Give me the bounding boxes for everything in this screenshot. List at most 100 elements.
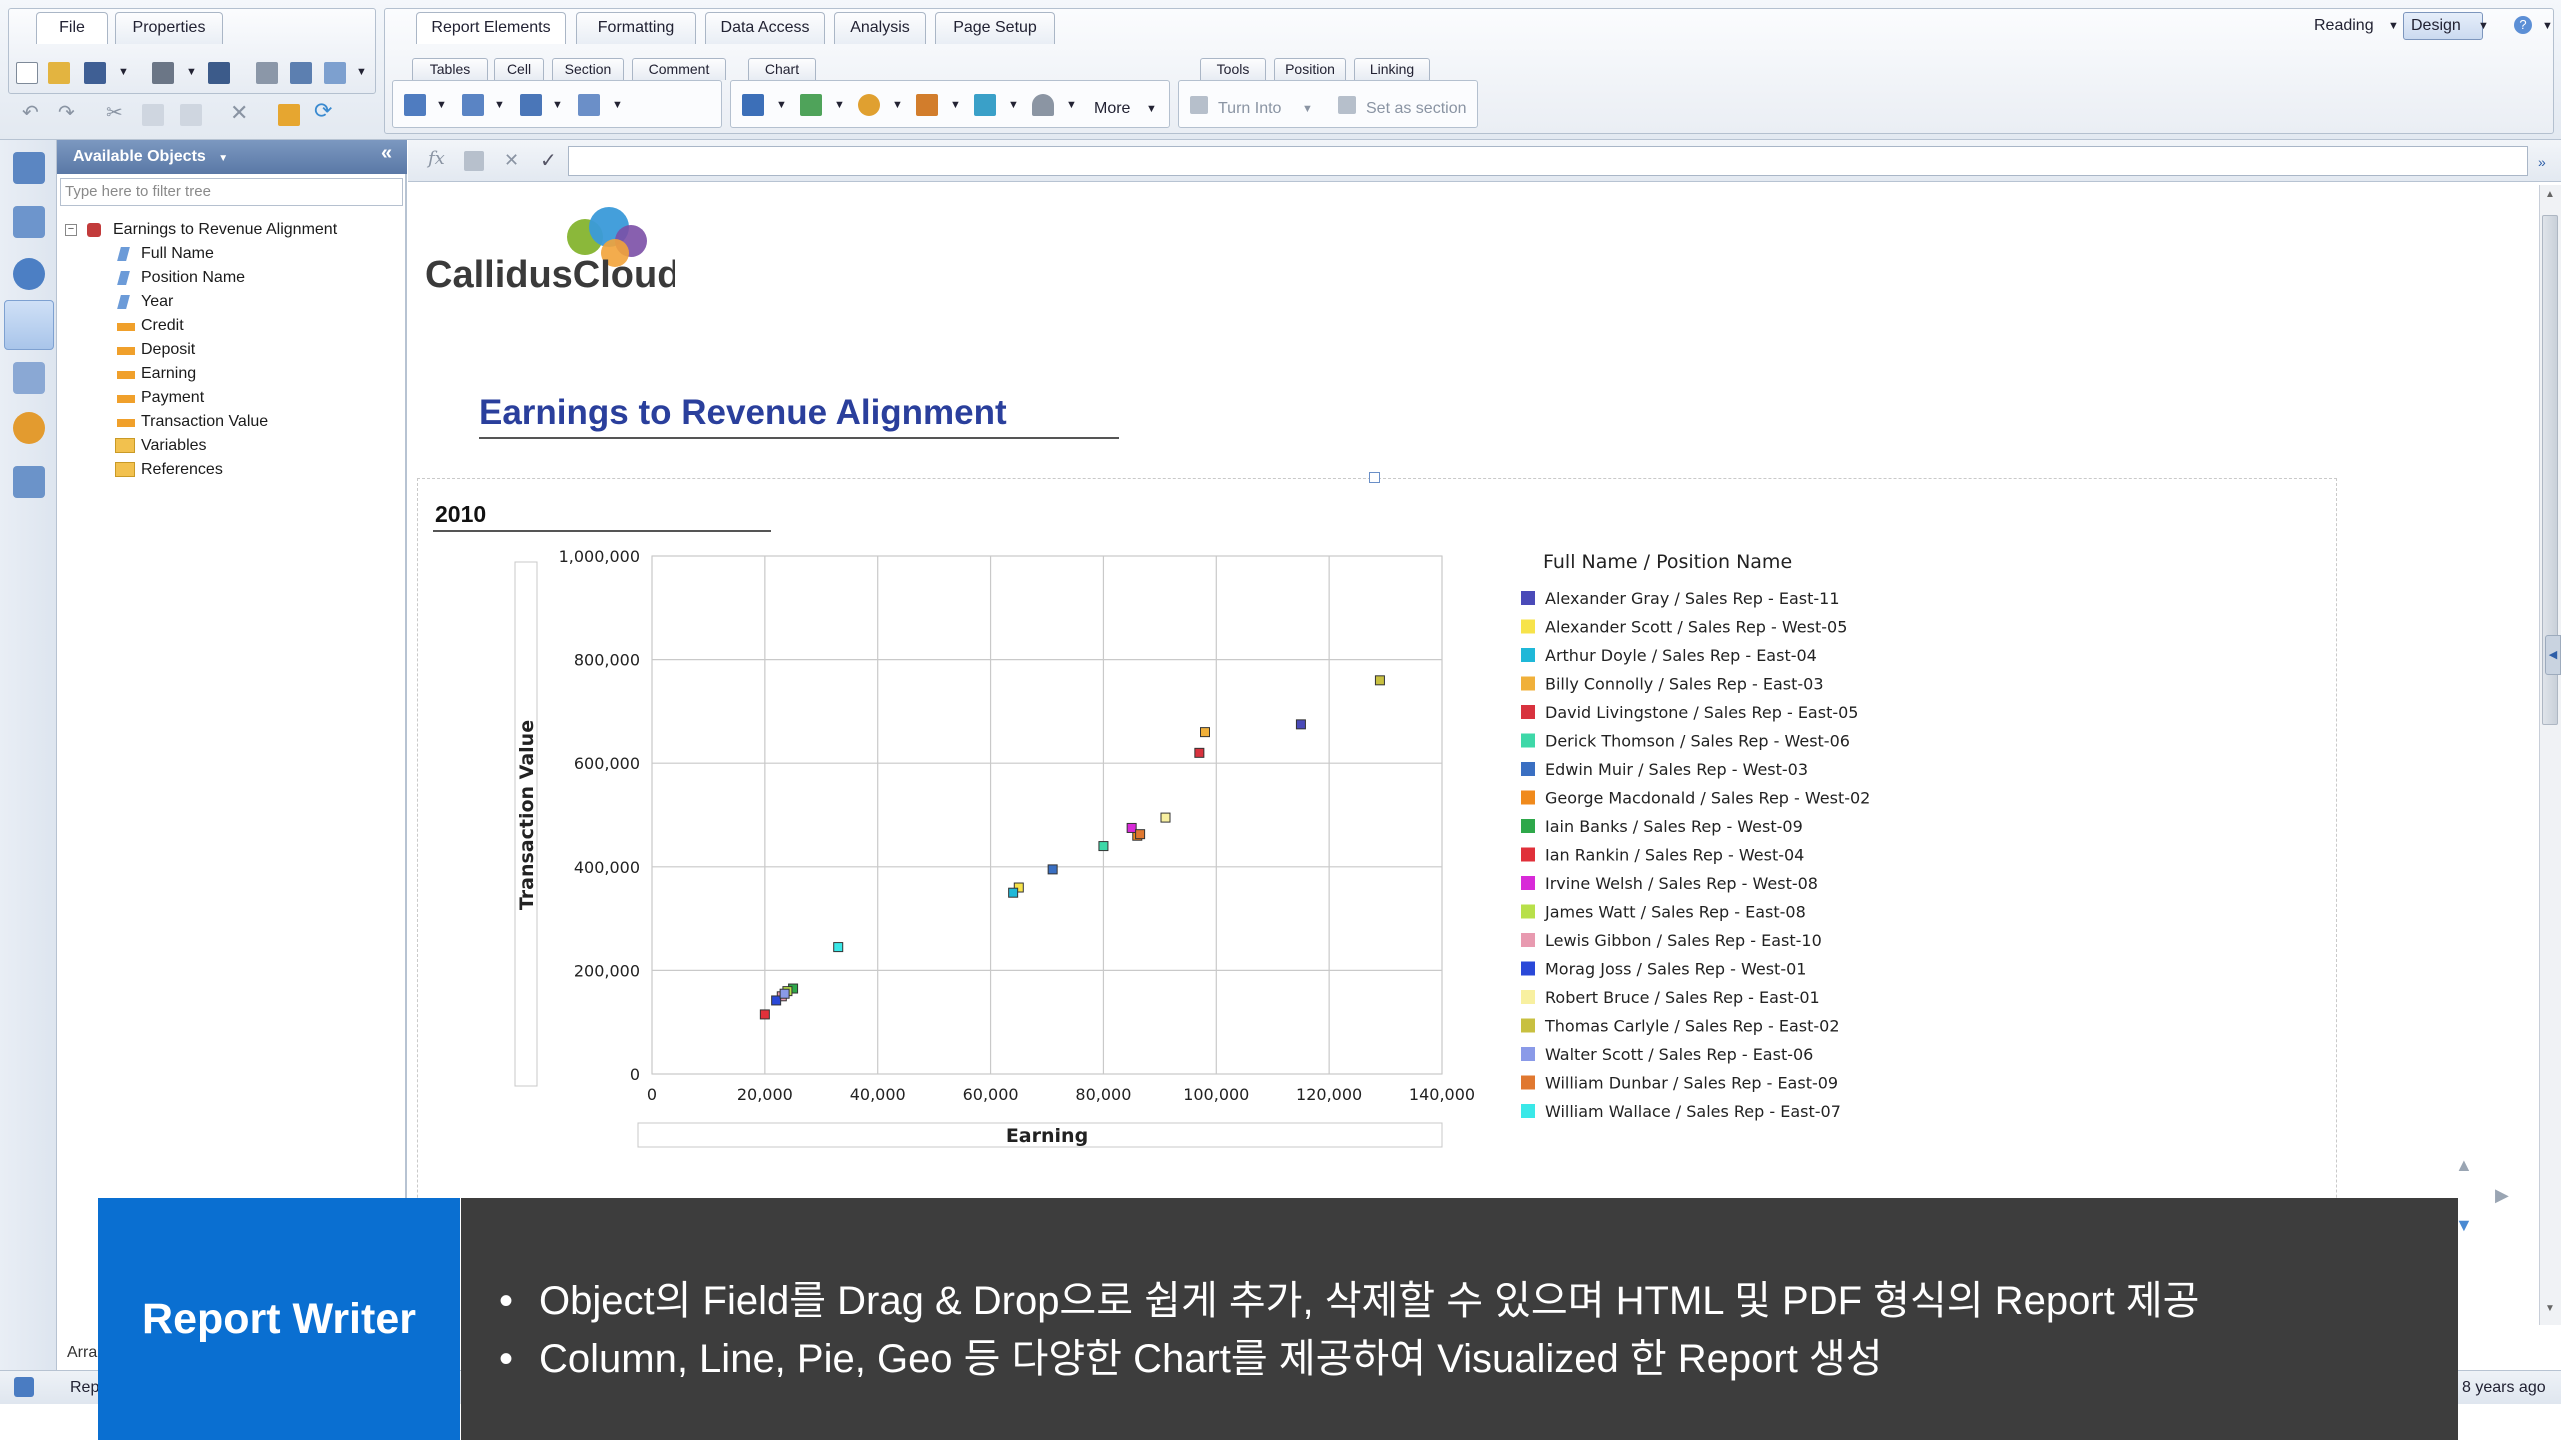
chevron-down-icon[interactable]: ▼ bbox=[2542, 20, 2553, 32]
available-objects-icon[interactable] bbox=[4, 300, 54, 350]
track-changes-icon[interactable] bbox=[256, 62, 278, 84]
design-mode-button[interactable]: Design bbox=[2403, 12, 2483, 40]
subtab-comment[interactable]: Comment bbox=[632, 58, 726, 80]
input-controls-icon[interactable] bbox=[13, 258, 45, 290]
puzzle-icon[interactable] bbox=[14, 1377, 34, 1397]
navigation-map-icon[interactable] bbox=[13, 412, 45, 444]
data-icon[interactable] bbox=[13, 362, 45, 394]
scatter-chart[interactable]: 0 20,000 40,000 60,000 80,000 100,000 120,000 1… bbox=[415, 185, 2539, 1370]
cancel-formula-icon[interactable]: ✕ bbox=[504, 150, 519, 171]
paste-icon[interactable] bbox=[180, 104, 202, 126]
function-icon[interactable]: fx bbox=[428, 148, 445, 169]
filter-tree-input[interactable]: Type here to filter tree bbox=[60, 178, 403, 206]
bar-chart-icon[interactable] bbox=[916, 94, 938, 116]
chevron-down-icon[interactable]: ▼ bbox=[118, 66, 129, 78]
chevron-down-icon[interactable]: ▼ bbox=[186, 66, 197, 78]
scroll-up-arrow-icon[interactable]: ▲ bbox=[2545, 189, 2555, 200]
line-chart-icon[interactable] bbox=[800, 94, 822, 116]
chevron-down-icon[interactable]: ▼ bbox=[892, 99, 903, 111]
tab-properties[interactable]: Properties bbox=[115, 12, 223, 44]
chevron-down-icon[interactable]: ▼ bbox=[494, 99, 505, 111]
tree-item-position-name[interactable]: Position Name bbox=[141, 269, 245, 287]
tree-item-transaction-value[interactable]: Transaction Value bbox=[141, 413, 268, 431]
new-document-icon[interactable] bbox=[16, 62, 38, 84]
expand-formula-icon[interactable]: » bbox=[2538, 154, 2546, 170]
cut-icon[interactable]: ✂ bbox=[106, 100, 123, 125]
scroll-up-icon[interactable]: ▲ bbox=[2455, 1155, 2473, 1176]
pie-chart-icon[interactable] bbox=[858, 94, 880, 116]
set-as-section-button[interactable]: Set as section bbox=[1366, 100, 1467, 118]
export-icon[interactable] bbox=[290, 62, 312, 84]
redo-icon[interactable]: ↷ bbox=[58, 100, 75, 125]
tab-analysis[interactable]: Analysis bbox=[834, 12, 926, 44]
tree-item-references[interactable]: References bbox=[141, 461, 223, 479]
tree-item-credit[interactable]: Credit bbox=[141, 317, 184, 335]
variable-editor-icon[interactable] bbox=[464, 151, 484, 171]
send-mail-icon[interactable] bbox=[324, 62, 346, 84]
chevron-down-icon[interactable]: ▼ bbox=[2478, 20, 2489, 32]
chevron-down-icon[interactable]: ▼ bbox=[834, 99, 845, 111]
chevron-down-icon[interactable]: ▼ bbox=[218, 153, 228, 164]
form-icon[interactable] bbox=[578, 94, 600, 116]
tree-item-full-name[interactable]: Full Name bbox=[141, 245, 214, 263]
chevron-down-icon[interactable]: ▼ bbox=[1146, 103, 1157, 115]
validate-formula-icon[interactable]: ✓ bbox=[540, 148, 557, 173]
undo-icon[interactable]: ↶ bbox=[22, 100, 39, 125]
point-chart-icon[interactable] bbox=[974, 94, 996, 116]
tab-file[interactable]: File bbox=[36, 12, 108, 44]
vertical-scrollbar[interactable]: ▲ ▼ bbox=[2539, 185, 2561, 1325]
tab-report-elements[interactable]: Report Elements bbox=[416, 12, 566, 44]
subtab-tables[interactable]: Tables bbox=[412, 58, 488, 80]
print-icon[interactable] bbox=[152, 62, 174, 84]
tree-item-deposit[interactable]: Deposit bbox=[141, 341, 195, 359]
chevron-down-icon[interactable]: ▼ bbox=[552, 99, 563, 111]
subtab-position[interactable]: Position bbox=[1274, 58, 1346, 80]
tree-item-year[interactable]: Year bbox=[141, 293, 173, 311]
subtab-linking[interactable]: Linking bbox=[1354, 58, 1430, 80]
more-charts-button[interactable]: More bbox=[1094, 100, 1130, 118]
column-chart-icon[interactable] bbox=[742, 94, 764, 116]
filter-icon[interactable] bbox=[13, 206, 45, 238]
scroll-right-icon[interactable]: ▶ bbox=[2495, 1185, 2509, 1206]
chevron-down-icon[interactable]: ▼ bbox=[950, 99, 961, 111]
chevron-down-icon[interactable]: ▼ bbox=[1066, 99, 1077, 111]
tab-page-setup[interactable]: Page Setup bbox=[935, 12, 1055, 44]
chevron-down-icon[interactable]: ▼ bbox=[2388, 20, 2399, 32]
reading-mode-button[interactable]: Reading bbox=[2314, 17, 2374, 35]
formula-input[interactable] bbox=[568, 146, 2528, 176]
tree-item-earning[interactable]: Earning bbox=[141, 365, 196, 383]
chevron-down-icon[interactable]: ▼ bbox=[776, 99, 787, 111]
chevron-down-icon[interactable]: ▼ bbox=[436, 99, 447, 111]
subtab-chart[interactable]: Chart bbox=[748, 58, 816, 80]
table-icon[interactable] bbox=[404, 94, 426, 116]
find-icon[interactable] bbox=[208, 62, 230, 84]
chevron-down-icon[interactable]: ▼ bbox=[612, 99, 623, 111]
document-structure-icon[interactable] bbox=[13, 152, 45, 184]
refresh-icon[interactable]: ⟳ bbox=[314, 98, 332, 124]
crosstab-icon[interactable] bbox=[520, 94, 542, 116]
tree-collapse-icon[interactable]: − bbox=[65, 224, 77, 236]
chevron-down-icon[interactable]: ▼ bbox=[1302, 103, 1313, 115]
save-icon[interactable] bbox=[84, 62, 106, 84]
report-tab-label[interactable]: Rep bbox=[70, 1379, 99, 1397]
collapse-panel-icon[interactable]: « bbox=[381, 142, 392, 165]
chevron-down-icon[interactable]: ▼ bbox=[1008, 99, 1019, 111]
scroll-down-arrow-icon[interactable]: ▼ bbox=[2545, 1303, 2555, 1314]
open-folder-icon[interactable] bbox=[48, 62, 70, 84]
gauge-chart-icon[interactable] bbox=[1032, 94, 1054, 116]
subtab-tools[interactable]: Tools bbox=[1200, 58, 1266, 80]
copy-icon[interactable] bbox=[142, 104, 164, 126]
delete-icon[interactable]: ✕ bbox=[230, 100, 248, 126]
tree-item-payment[interactable]: Payment bbox=[141, 389, 204, 407]
tab-formatting[interactable]: Formatting bbox=[576, 12, 696, 44]
side-panel-toggle-icon[interactable]: ◀ bbox=[2545, 635, 2561, 675]
turn-into-button[interactable]: Turn Into bbox=[1218, 100, 1281, 118]
tab-data-access[interactable]: Data Access bbox=[705, 12, 825, 44]
subtab-cell[interactable]: Cell bbox=[494, 58, 544, 80]
refresh-data-icon[interactable] bbox=[278, 104, 300, 126]
comments-icon[interactable] bbox=[13, 466, 45, 498]
tree-root[interactable]: Earnings to Revenue Alignment bbox=[113, 221, 337, 239]
help-icon[interactable]: ? bbox=[2514, 16, 2532, 34]
tree-item-variables[interactable]: Variables bbox=[141, 437, 207, 455]
chevron-down-icon[interactable]: ▼ bbox=[356, 66, 367, 78]
